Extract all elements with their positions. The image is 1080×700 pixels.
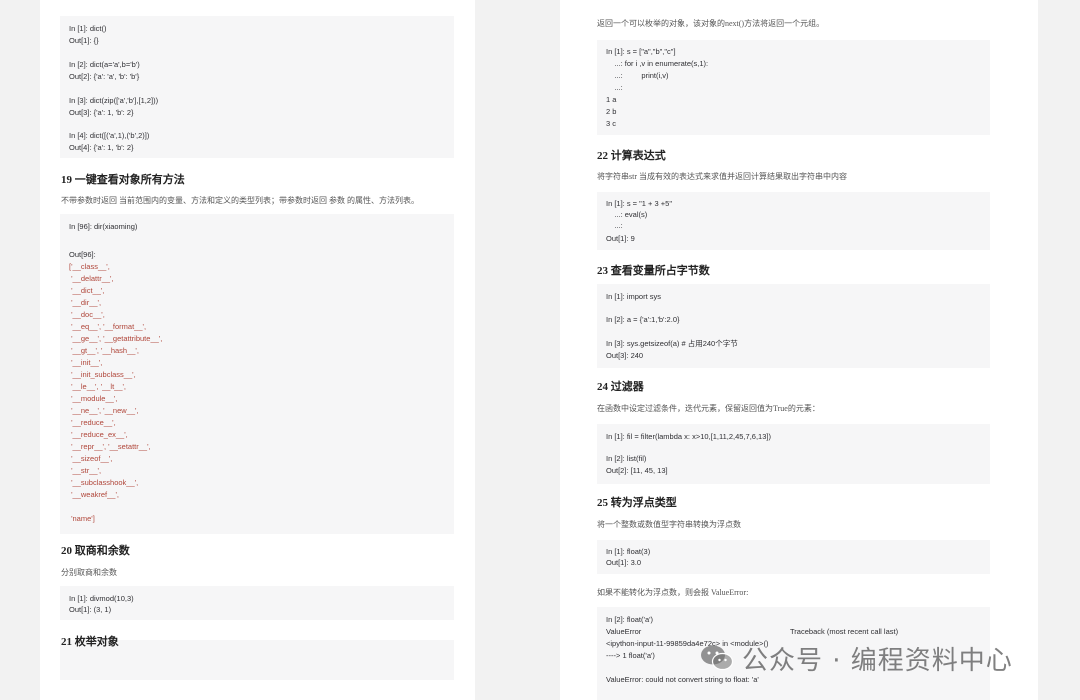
code-block-getsizeof: In [1]: import sys In [2]: a = {'a':1,'b… [597, 284, 990, 368]
code-block-float: In [1]: float(3) Out[1]: 3.0 [597, 540, 990, 574]
code-line: In [1]: fil = filter(lambda x: x>10,[1,1… [606, 432, 771, 441]
code-line: '__reduce__', [69, 418, 116, 427]
intro-text: 返回一个可以枚举的对象，该对象的next()方法将返回一个元组。 [597, 19, 825, 28]
section-heading-19: 19 一键查看对象所有方法 [61, 174, 185, 186]
wechat-icon [701, 645, 734, 671]
code-line: '__module__', [69, 394, 118, 403]
value-error-note: 如果不能转化为浮点数，则会报 ValueError: [597, 588, 749, 597]
section-heading-22: 22 计算表达式 [597, 150, 666, 162]
code-block-eval: In [1]: s = "1 + 3 +5" ...: eval(s) ...:… [597, 192, 990, 250]
code-line: ...: for i ,v in enumerate(s,1): [606, 59, 709, 68]
code-line: In [1]: s = ["a","b","c"] [606, 47, 676, 56]
code-block-dir: In [96]: dir(xiaoming) Out[96]: ['__clas… [60, 214, 454, 534]
code-line: '__delattr__', [69, 274, 114, 283]
code-line: ...: [606, 221, 623, 230]
code-line: '__str__', [69, 466, 102, 475]
section-description-25: 将一个整数或数值型字符串转换为浮点数 [597, 520, 741, 529]
code-line: Out[3]: 240 [606, 351, 644, 360]
code-line: In [96]: dir(xiaoming) [69, 222, 138, 231]
watermark: 公众号 · 编程资料中心 [700, 640, 1013, 676]
code-line: Out[1]: (3, 1) [69, 605, 112, 614]
code-line: In [1]: divmod(10,3) [69, 594, 134, 603]
code-line: Out[1]: 3.0 [606, 558, 642, 567]
code-block-placeholder [60, 640, 454, 680]
section-heading-21: 21 枚举对象 [61, 636, 119, 648]
code-line: Out[96]: [69, 250, 96, 259]
code-line: '__repr__', '__setattr__', [69, 442, 151, 451]
code-line: Out[2]: [11, 45, 13] [606, 466, 668, 475]
code-line: 3 c [606, 119, 617, 128]
code-block-divmod: In [1]: divmod(10,3) Out[1]: (3, 1) [60, 586, 454, 620]
code-line: In [2]: float('a') [606, 615, 654, 624]
code-line: Traceback (most recent call last) [790, 627, 899, 636]
code-line: 'name'] [69, 514, 95, 523]
code-line: '__eq__', '__format__', [69, 322, 147, 331]
code-line: Out[3]: {'a': 1, 'b': 2} [69, 108, 134, 117]
code-line: '__ne__', '__new__', [69, 406, 139, 415]
code-line: 2 b [606, 107, 617, 116]
section-heading-23: 23 查看变量所占字节数 [597, 265, 710, 277]
code-line: In [1]: import sys [606, 292, 662, 301]
code-line: '__weakref__', [69, 490, 119, 499]
code-line: 1 a [606, 95, 617, 104]
code-line: '__dict__', [69, 286, 105, 295]
code-line: In [2]: dict(a='a',b='b') [69, 60, 140, 69]
code-line: In [1]: dict() [69, 24, 107, 33]
code-line: Out[4]: {'a': 1, 'b': 2} [69, 143, 134, 152]
watermark-text: 公众号 · 编程资料中心 [742, 645, 1013, 676]
code-block-enumerate: In [1]: s = ["a","b","c"] ...: for i ,v … [597, 40, 990, 135]
section-heading-24: 24 过滤器 [597, 381, 644, 393]
code-line: '__ge__', '__getattribute__', [69, 334, 163, 343]
code-line: ...: eval(s) [606, 210, 648, 219]
section-description-20: 分别取商和余数 [61, 568, 117, 577]
code-line: ValueError: could not convert string to … [606, 675, 759, 684]
code-line: ...: [606, 83, 623, 92]
code-line: '__reduce_ex__', [69, 430, 128, 439]
left-page: In [1]: dict() Out[1]: {} In [2]: dict(a… [40, 0, 475, 700]
code-line: Out[2]: {'a': 'a', 'b': 'b'} [69, 72, 140, 81]
code-line: Out[1]: 9 [606, 234, 635, 243]
code-line: In [1]: float(3) [606, 547, 651, 556]
code-line: In [2]: a = {'a':1,'b':2.0} [606, 315, 680, 324]
code-block-dict: In [1]: dict() Out[1]: {} In [2]: dict(a… [60, 16, 454, 158]
code-line: ...: print(i,v) [606, 71, 669, 80]
section-heading-25: 25 转为浮点类型 [597, 497, 677, 509]
code-line: '__init__', [69, 358, 103, 367]
code-line: Out[1]: {} [69, 36, 99, 45]
section-description-22: 将字符串str 当成有效的表达式来求值并返回计算结果取出字符串中内容 [597, 172, 847, 181]
code-line: '__subclasshook__', [69, 478, 139, 487]
right-page: 返回一个可以枚举的对象，该对象的next()方法将返回一个元组。 In [1]:… [560, 0, 1038, 700]
code-line: ['__class__', [69, 262, 110, 271]
section-heading-20: 20 取商和余数 [61, 545, 130, 557]
code-line: In [1]: s = "1 + 3 +5" [606, 199, 672, 208]
code-block-filter: In [1]: fil = filter(lambda x: x>10,[1,1… [597, 424, 990, 484]
code-line: '__dir__', [69, 298, 102, 307]
section-description-24: 在函数中设定过滤条件，迭代元素，保留返回值为True的元素： [597, 404, 820, 413]
code-line: '__gt__', '__hash__', [69, 346, 139, 355]
code-line: In [3]: sys.getsizeof(a) # 占用240个字节 [606, 339, 738, 348]
code-line: In [3]: dict(zip(['a','b'],[1,2])) [69, 96, 159, 105]
section-description-19: 不带参数时返回 当前范围内的变量、方法和定义的类型列表；带参数时返回 参数 的属… [61, 196, 419, 205]
code-line: '__init_subclass__', [69, 370, 136, 379]
code-line: In [2]: list(fil) [606, 454, 647, 463]
code-line: ----> 1 float('a') [606, 651, 655, 660]
code-line: '__sizeof__', [69, 454, 113, 463]
code-line: In [4]: dict([('a',1),('b',2)]) [69, 131, 150, 140]
code-line: ValueError [606, 627, 642, 636]
code-line: '__le__', '__lt__', [69, 382, 127, 391]
code-line: '__doc__', [69, 310, 105, 319]
